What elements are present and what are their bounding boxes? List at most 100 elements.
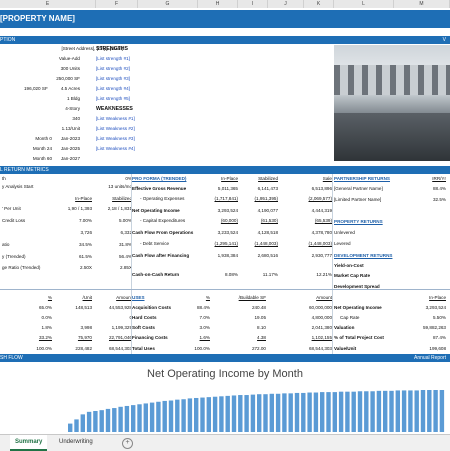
- month60-date[interactable]: Jan-2027: [0, 156, 80, 162]
- value-add-label[interactable]: Value-Add: [0, 56, 80, 62]
- valuation-row-label[interactable]: Net Operating Income: [334, 305, 382, 311]
- uses-row-label[interactable]: Soft Costs: [132, 325, 155, 331]
- proforma-cell[interactable]: 3,233,524: [200, 230, 238, 236]
- tab-underwriting[interactable]: Underwriting: [54, 435, 98, 449]
- property-return-row[interactable]: Levered: [334, 241, 351, 247]
- valuation-row-label[interactable]: Valuation: [334, 325, 354, 331]
- stories-label[interactable]: 4-Story: [0, 106, 80, 112]
- development-row[interactable]: Market Cap Rate: [334, 273, 370, 279]
- proforma-row-label[interactable]: - Debt Service: [140, 241, 169, 247]
- bldg-label[interactable]: 1 Bldg: [0, 96, 80, 102]
- proforma-cell[interactable]: 4,128,518: [238, 230, 278, 236]
- proforma-cell[interactable]: (1,295,141): [200, 241, 239, 247]
- column-header-g[interactable]: G: [138, 0, 198, 8]
- uses-cell[interactable]: 1.6%: [180, 335, 210, 341]
- strength-item[interactable]: [List strength #1]: [96, 56, 130, 62]
- uses-cell[interactable]: 60,000,000: [266, 305, 332, 311]
- metric-value[interactable]: 0%: [60, 176, 132, 182]
- proforma-cell[interactable]: 2,930,777: [278, 253, 332, 259]
- sources-cell[interactable]: 33.2%: [20, 335, 52, 341]
- uses-cell[interactable]: 1,102,155: [266, 335, 332, 341]
- metric-label[interactable]: y (Trended): [2, 254, 26, 260]
- proforma-row-label[interactable]: Net Operating Income: [132, 208, 180, 214]
- uses-cell[interactable]: 4.38: [210, 335, 266, 341]
- valuation-cell[interactable]: 87.4%: [400, 335, 446, 341]
- sources-cell[interactable]: 22,791,046: [92, 335, 132, 341]
- property-return-row[interactable]: Unlevered: [334, 230, 355, 236]
- month0-date[interactable]: Jan-2023: [0, 136, 80, 142]
- strength-item[interactable]: [List strength #2]: [96, 66, 130, 72]
- uses-cell[interactable]: 8.10: [210, 325, 266, 331]
- add-sheet-icon[interactable]: +: [122, 438, 133, 449]
- weakness-item[interactable]: [List Weakness #4]: [96, 146, 135, 152]
- units-label[interactable]: 300 Units: [0, 66, 80, 72]
- metric-value[interactable]: 56.4%: [92, 254, 132, 260]
- valuation-row-label[interactable]: % of Total Project Cost: [334, 335, 384, 341]
- property-name[interactable]: [PROPERTY NAME]: [0, 14, 75, 23]
- metric-value[interactable]: 3,726: [52, 230, 93, 236]
- metric-value[interactable]: 34.5%: [52, 242, 92, 248]
- proforma-cell[interactable]: 6,141,473: [238, 186, 278, 192]
- proforma-cell[interactable]: (65,539): [278, 218, 332, 224]
- proforma-cell[interactable]: 2,680,516: [238, 253, 278, 259]
- valuation-cell[interactable]: 3,293,524: [400, 305, 446, 311]
- weakness-item[interactable]: [List Weakness #1]: [96, 116, 135, 122]
- sources-cell[interactable]: 228,482: [52, 346, 92, 352]
- metric-label[interactable]: ' Per Unit: [2, 206, 21, 212]
- valuation-cell[interactable]: 59,882,263: [400, 325, 446, 331]
- metric-value[interactable]: 2,18 / 1,831: [92, 206, 132, 212]
- proforma-row-label[interactable]: Effective Gross Revenue: [132, 186, 186, 192]
- proforma-cell[interactable]: (1,448,003): [238, 241, 279, 247]
- valuation-row-label[interactable]: Value/Unit: [334, 346, 356, 352]
- proforma-cell[interactable]: 6,513,896: [278, 186, 332, 192]
- column-header-k[interactable]: K: [304, 0, 334, 8]
- partner-name[interactable]: [Limited Partner Name]: [334, 197, 381, 203]
- proforma-cell[interactable]: 1,938,384: [200, 253, 238, 259]
- uses-cell[interactable]: 2,041,380: [266, 325, 332, 331]
- proforma-cell[interactable]: 11.17%: [238, 272, 278, 278]
- strength-item[interactable]: [List strength #5]: [96, 96, 130, 102]
- column-header-e[interactable]: E: [0, 0, 96, 8]
- proforma-cell[interactable]: 4,378,780: [278, 230, 332, 236]
- acres-label[interactable]: 4.5 Acres: [0, 86, 80, 92]
- strength-item[interactable]: [List strength #4]: [96, 86, 130, 92]
- uses-cell[interactable]: 272.00: [210, 346, 266, 352]
- column-header-h[interactable]: H: [198, 0, 238, 8]
- metric-value[interactable]: 13 units/mo: [60, 184, 132, 190]
- proforma-cell[interactable]: (1,717,841): [200, 196, 239, 202]
- proforma-cell[interactable]: (60,000): [200, 218, 238, 224]
- sources-cell[interactable]: 68,544,303: [92, 346, 132, 352]
- metric-value[interactable]: 2.50X: [52, 265, 92, 271]
- month24-date[interactable]: Jan-2025: [0, 146, 80, 152]
- proforma-row-label[interactable]: Cash-on-Cash Return: [132, 272, 179, 278]
- uses-row-label[interactable]: Total Uses: [132, 346, 155, 352]
- metric-value[interactable]: 7.00%: [52, 218, 92, 224]
- uses-cell[interactable]: 19.05: [210, 315, 267, 321]
- sources-cell[interactable]: 100.0%: [20, 346, 52, 352]
- proforma-cell[interactable]: 12.21%: [278, 272, 332, 278]
- sources-cell[interactable]: 0.0%: [20, 315, 52, 321]
- proforma-row-label[interactable]: Cash Flow after Financing: [132, 253, 189, 259]
- column-header-f[interactable]: F: [96, 0, 138, 8]
- valuation-cell[interactable]: 5.50%: [400, 315, 446, 321]
- sources-cell[interactable]: 148,513: [52, 305, 92, 311]
- sources-cell[interactable]: 0: [92, 315, 132, 321]
- strength-item[interactable]: [List strength #3]: [96, 76, 130, 82]
- column-header-j[interactable]: J: [268, 0, 304, 8]
- metric-label[interactable]: y Analysis Start: [2, 184, 33, 190]
- uses-cell[interactable]: 7.0%: [180, 315, 210, 321]
- column-header-i[interactable]: I: [238, 0, 268, 8]
- valuation-cell[interactable]: 199,608: [400, 346, 446, 352]
- uses-row-label[interactable]: Hard Costs: [132, 315, 157, 321]
- uses-cell[interactable]: 3.0%: [180, 325, 210, 331]
- uses-cell[interactable]: 100.0%: [180, 346, 210, 352]
- sources-cell[interactable]: 44,553,928: [92, 305, 132, 311]
- metric-label[interactable]: Credit Loss: [2, 218, 25, 224]
- uses-cell[interactable]: 68,544,303: [266, 346, 332, 352]
- development-row[interactable]: Yield-on-Cost: [334, 263, 364, 269]
- proforma-row-label[interactable]: - Capital Expenditures: [140, 218, 185, 224]
- metric-value[interactable]: 5.00%: [92, 218, 132, 224]
- metric-label[interactable]: atio: [2, 242, 9, 248]
- proforma-cell[interactable]: 8.08%: [200, 272, 238, 278]
- proforma-cell[interactable]: 5,011,365: [200, 186, 238, 192]
